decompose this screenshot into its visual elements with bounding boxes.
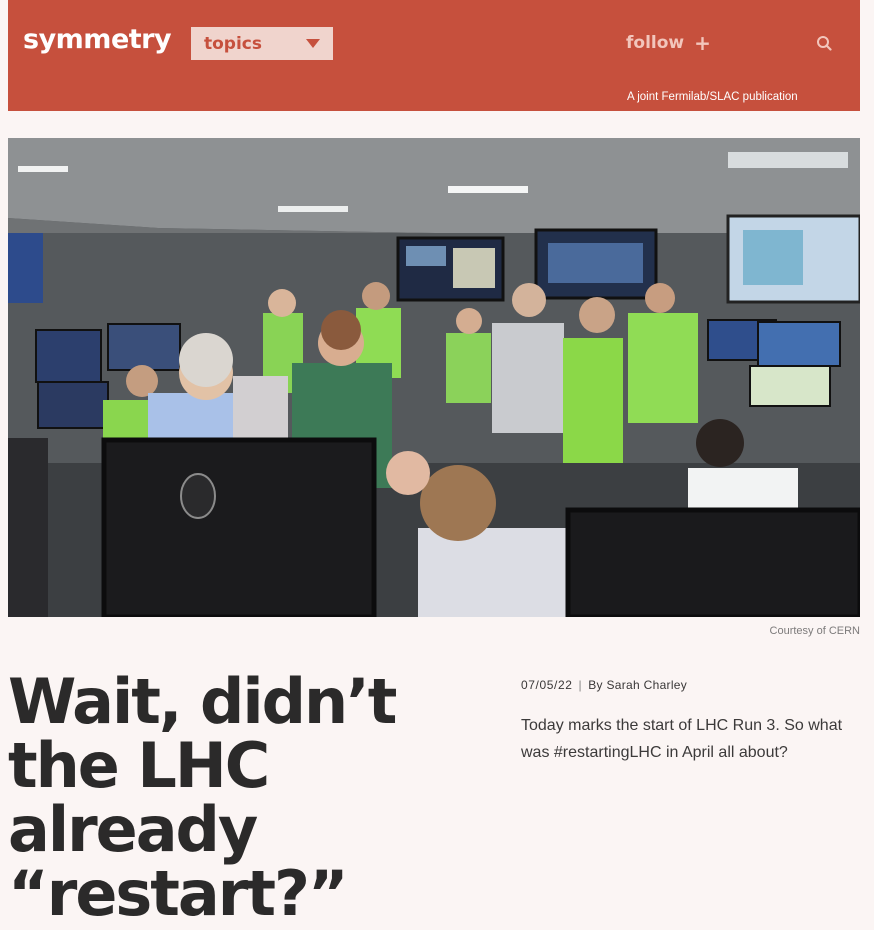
- follow-button[interactable]: follow +: [626, 33, 711, 53]
- publish-date: 07/05/22: [521, 678, 573, 692]
- article-meta: 07/05/22 | By Sarah Charley: [521, 678, 687, 692]
- topics-dropdown[interactable]: topics: [191, 27, 333, 60]
- meta-separator: |: [578, 678, 583, 692]
- chevron-down-icon: [306, 39, 320, 48]
- search-icon[interactable]: [816, 35, 832, 51]
- hero-image: [8, 138, 860, 617]
- site-tagline: A joint Fermilab/SLAC publication: [627, 91, 798, 103]
- site-logo[interactable]: symmetry: [23, 24, 172, 55]
- image-caption: Courtesy of CERN: [769, 625, 860, 637]
- plus-icon: +: [694, 31, 711, 55]
- follow-label: follow: [626, 33, 685, 53]
- article-headline: Wait, didn’t the LHC already “restart?”: [8, 665, 397, 930]
- author-byline[interactable]: By Sarah Charley: [588, 678, 687, 692]
- site-header: symmetry topics follow + A joint Fermila…: [8, 0, 860, 111]
- topics-label: topics: [204, 33, 262, 54]
- article-summary: Today marks the start of LHC Run 3. So w…: [521, 717, 843, 761]
- control-room-photo: [8, 138, 860, 617]
